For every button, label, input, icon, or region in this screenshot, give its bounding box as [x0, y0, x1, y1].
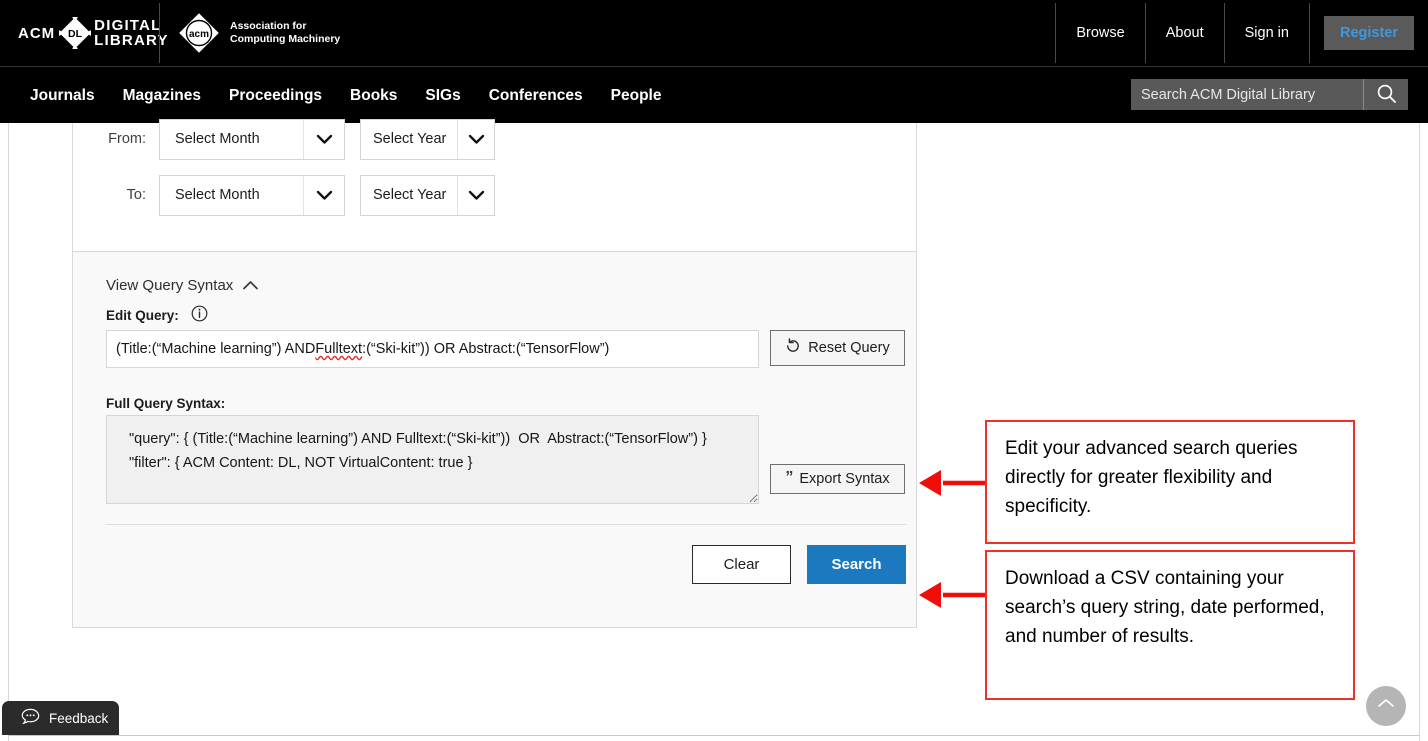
nav-item-magazines-label: Magazines [123, 87, 201, 104]
header-nav-about[interactable]: About [1145, 3, 1224, 63]
site-header: ACM DL DIGITAL LIBRARY [0, 0, 1428, 66]
acm-diamond-icon: acm [176, 10, 222, 56]
header-utility-nav: Browse About Sign in Register [1055, 3, 1428, 63]
logo-library-line: LIBRARY [94, 32, 169, 49]
full-query-syntax-label: Full Query Syntax: [106, 396, 225, 411]
nav-item-sigs[interactable]: SIGs [411, 87, 474, 105]
date-range-row-to: To: Select Month Select Year [73, 174, 495, 216]
logo-digital-library-text: DIGITAL LIBRARY [94, 18, 169, 48]
date-from-label: From: [73, 131, 159, 147]
chevron-up-icon [242, 280, 259, 291]
view-query-syntax-label: View Query Syntax [106, 277, 233, 294]
register-button-wrap: Register [1309, 3, 1428, 63]
from-year-value: Select Year [361, 120, 457, 159]
from-month-value: Select Month [160, 120, 303, 159]
register-button[interactable]: Register [1324, 16, 1414, 50]
chevron-down-icon [303, 176, 344, 215]
chevron-up-icon [1376, 697, 1396, 715]
annotation-callout-edit-query-text: Edit your advanced search queries direct… [1005, 438, 1298, 517]
from-year-select[interactable]: Select Year [360, 119, 495, 160]
export-syntax-button[interactable]: ” Export Syntax [770, 464, 905, 494]
main-nav-items: Journals Magazines Proceedings Books SIG… [16, 67, 675, 124]
reset-arrow-icon [785, 338, 801, 358]
date-to-label: To: [73, 187, 159, 203]
nav-item-people-label: People [611, 87, 662, 104]
nav-item-conferences-label: Conferences [489, 87, 583, 104]
header-nav-browse[interactable]: Browse [1055, 3, 1144, 63]
acm-association-logo[interactable]: acm Association for Computing Machinery [176, 8, 340, 58]
quote-icon: ” [785, 470, 793, 486]
feedback-button[interactable]: Feedback [2, 701, 119, 735]
search-button[interactable]: Search [807, 545, 906, 584]
publication-date-filter-section: From: Select Month Select Year [73, 123, 917, 252]
header-nav-browse-label: Browse [1076, 25, 1124, 41]
speech-bubble-icon [21, 708, 40, 728]
nav-item-books[interactable]: Books [336, 87, 411, 105]
assoc-line-1: Association for [230, 20, 306, 32]
logo-acm-text: ACM [18, 26, 55, 41]
reset-query-button[interactable]: Reset Query [770, 330, 905, 366]
nav-item-proceedings[interactable]: Proceedings [215, 87, 336, 105]
to-year-value: Select Year [361, 176, 457, 215]
nav-item-journals[interactable]: Journals [16, 87, 109, 105]
svg-text:acm: acm [189, 29, 209, 40]
edit-query-label: Edit Query: [106, 308, 179, 323]
site-search-submit-button[interactable] [1363, 79, 1408, 110]
to-year-select[interactable]: Select Year [360, 175, 495, 216]
nav-item-sigs-label: SIGs [425, 87, 460, 104]
chevron-down-icon [457, 120, 494, 159]
header-nav-about-label: About [1166, 25, 1204, 41]
reset-query-button-label: Reset Query [808, 340, 889, 356]
header-nav-sign-in-label: Sign in [1245, 25, 1289, 41]
scroll-to-top-button[interactable] [1366, 686, 1406, 726]
nav-item-people[interactable]: People [597, 87, 676, 105]
site-search-box [1131, 79, 1408, 110]
chevron-down-icon [303, 120, 344, 159]
nav-item-journals-label: Journals [30, 87, 95, 104]
dl-diamond-icon: DL [59, 17, 91, 49]
register-button-label: Register [1340, 25, 1398, 41]
annotation-callout-export-syntax: Download a CSV containing your search’s … [985, 550, 1355, 700]
annotation-callout-export-syntax-text: Download a CSV containing your search’s … [1005, 568, 1325, 647]
info-icon[interactable] [191, 305, 208, 327]
advanced-search-panel: From: Select Month Select Year [72, 123, 917, 628]
date-range-row-from: From: Select Month Select Year [73, 118, 495, 160]
annotation-callout-edit-query: Edit your advanced search queries direct… [985, 420, 1355, 544]
form-action-buttons: Clear Search [106, 545, 906, 584]
form-divider [106, 524, 906, 525]
nav-item-proceedings-label: Proceedings [229, 87, 322, 104]
search-icon [1376, 83, 1397, 107]
header-logo-divider [159, 3, 160, 63]
view-query-syntax-toggle[interactable]: View Query Syntax [106, 277, 259, 294]
query-syntax-section: View Query Syntax Edit Query: [73, 252, 917, 628]
assoc-line-2: Computing Machinery [230, 33, 340, 45]
page-bottom-rule [9, 735, 1419, 736]
from-month-select[interactable]: Select Month [159, 119, 345, 160]
nav-item-books-label: Books [350, 87, 397, 104]
nav-item-conferences[interactable]: Conferences [475, 87, 597, 105]
nav-item-magazines[interactable]: Magazines [109, 87, 215, 105]
acm-association-text: Association for Computing Machinery [230, 20, 340, 46]
site-search-input[interactable] [1131, 79, 1363, 110]
page-root: ACM DL DIGITAL LIBRARY [0, 0, 1428, 741]
export-syntax-button-label: Export Syntax [799, 471, 889, 487]
feedback-button-label: Feedback [49, 711, 108, 726]
clear-button[interactable]: Clear [692, 545, 791, 584]
to-month-value: Select Month [160, 176, 303, 215]
acm-digital-library-logo[interactable]: ACM DL DIGITAL LIBRARY [18, 13, 144, 53]
to-month-select[interactable]: Select Month [159, 175, 345, 216]
annotation-arrow-export-syntax [917, 475, 989, 655]
svg-text:DL: DL [68, 28, 83, 40]
chevron-down-icon [457, 176, 494, 215]
header-nav-sign-in[interactable]: Sign in [1224, 3, 1309, 63]
edit-query-input[interactable] [106, 330, 759, 368]
page-content: From: Select Month Select Year [9, 123, 1419, 741]
full-query-syntax-textarea[interactable]: "query": { (Title:(“Machine learning”) A… [106, 415, 759, 504]
